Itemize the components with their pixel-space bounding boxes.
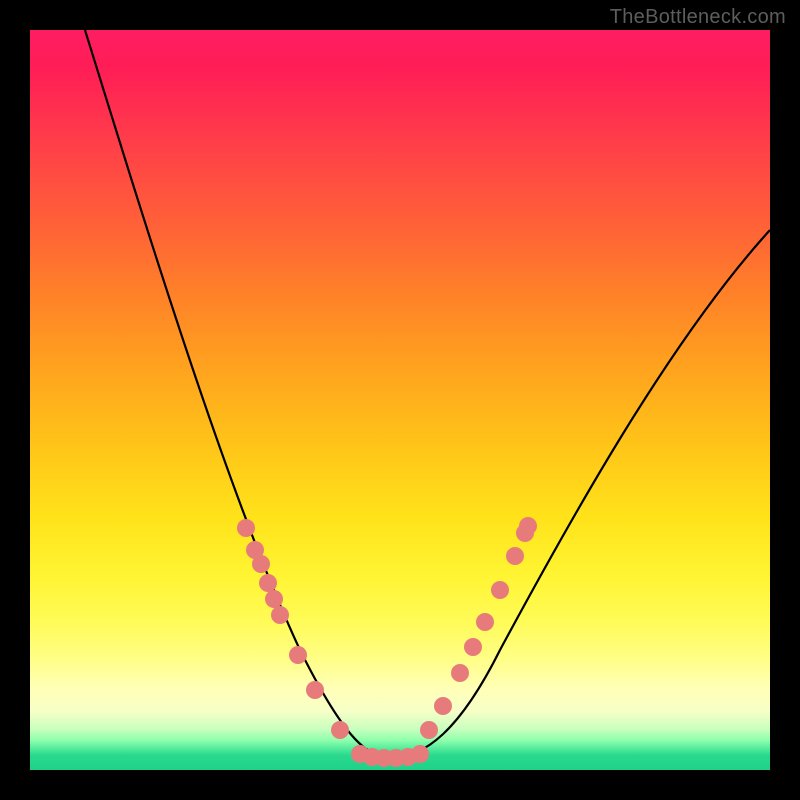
data-point bbox=[434, 697, 452, 715]
data-point bbox=[252, 555, 270, 573]
data-point bbox=[491, 581, 509, 599]
data-point bbox=[464, 638, 482, 656]
data-point bbox=[516, 524, 534, 542]
data-point bbox=[331, 721, 349, 739]
data-point bbox=[411, 745, 429, 763]
data-point bbox=[306, 681, 324, 699]
chart-overlay bbox=[30, 30, 770, 770]
bottleneck-curve bbox=[85, 30, 770, 758]
data-point bbox=[265, 590, 283, 608]
left-dots bbox=[237, 519, 349, 739]
data-point bbox=[506, 547, 524, 565]
watermark-text: TheBottleneck.com bbox=[610, 6, 786, 29]
chart-stage: TheBottleneck.com bbox=[0, 0, 800, 800]
data-point bbox=[289, 646, 307, 664]
data-point bbox=[451, 664, 469, 682]
data-point bbox=[237, 519, 255, 537]
bottom-dots bbox=[351, 745, 429, 767]
data-point bbox=[420, 721, 438, 739]
plot-area bbox=[30, 30, 770, 770]
data-point bbox=[271, 606, 289, 624]
data-point bbox=[476, 613, 494, 631]
right-dots bbox=[420, 517, 537, 739]
data-point bbox=[259, 574, 277, 592]
